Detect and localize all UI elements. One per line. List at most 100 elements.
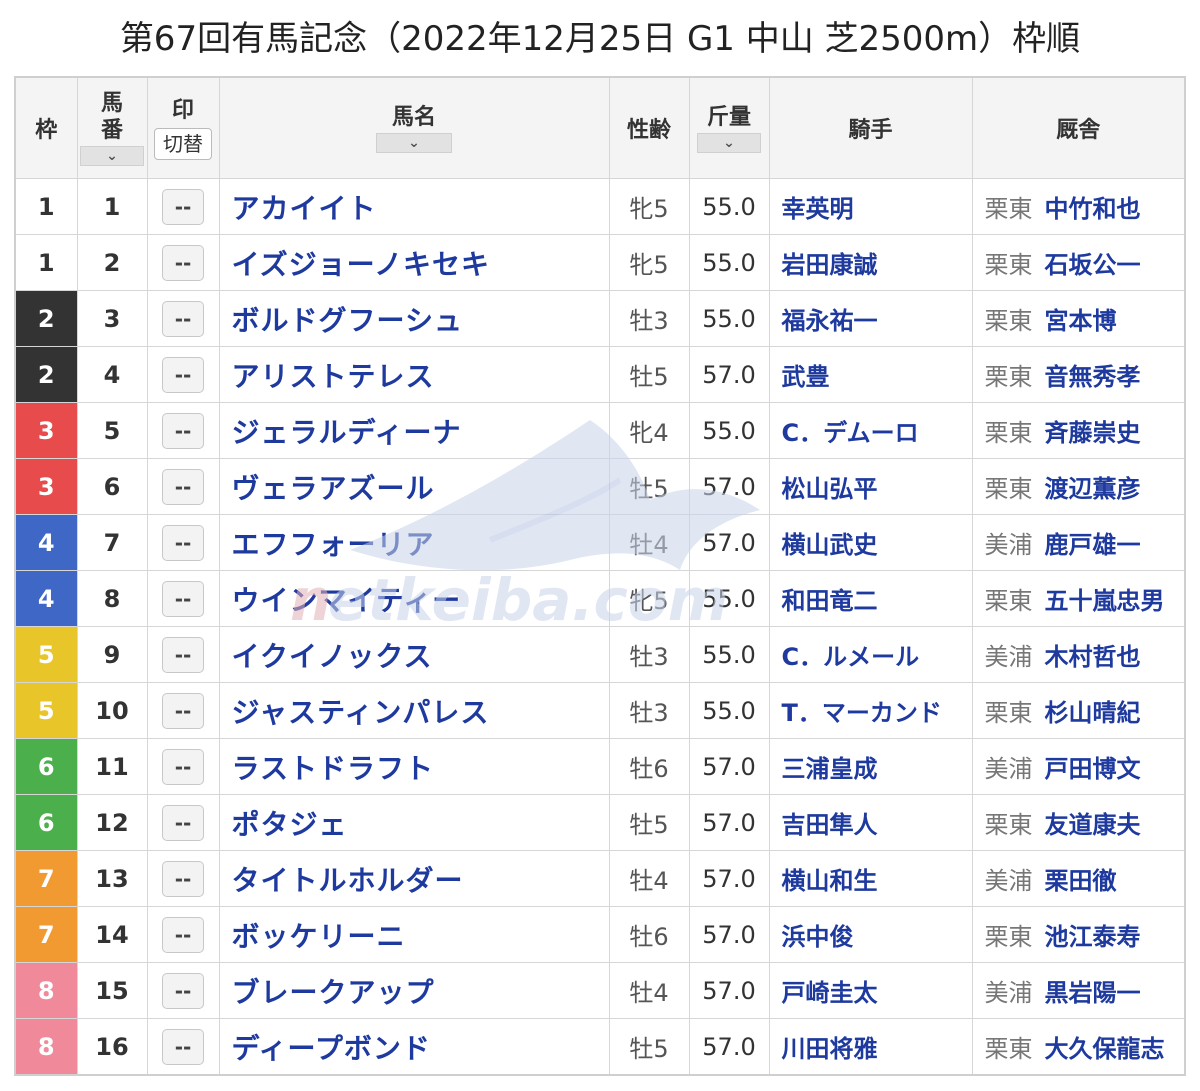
mark-select-button[interactable]: -- [162,580,204,617]
horse-name-link[interactable]: ボッケリーニ [218,906,610,963]
trainer-link[interactable]: 鹿戸雄一 [1045,531,1141,559]
jockey-link[interactable]: 浜中俊 [768,906,973,963]
mark-toggle-button[interactable]: 切替 [154,127,212,160]
mark-select-button[interactable]: -- [162,524,204,561]
mark-select-button[interactable]: -- [162,916,204,953]
jockey-link[interactable]: 和田竜二 [768,570,973,627]
umaban-cell: 2 [76,234,148,291]
stable-region: 栗東 [984,923,1033,951]
trainer-link[interactable]: 栗田徹 [1045,867,1117,895]
jockey-link[interactable]: 川田将雅 [768,1018,973,1076]
stable-region: 栗東 [984,251,1033,279]
table-row: 4 8 -- ウインマイティー 牝5 55.0 和田竜二 栗東 五十嵐忠男 [14,570,1186,627]
horse-name-link[interactable]: ポタジェ [218,794,610,851]
mark-select-button[interactable]: -- [162,748,204,785]
mark-select-button[interactable]: -- [162,636,204,673]
waku-cell: 8 [14,962,78,1019]
trainer-link[interactable]: 戸田博文 [1045,755,1141,783]
trainer-link[interactable]: 木村哲也 [1045,643,1141,671]
jockey-link[interactable]: 幸英明 [768,178,973,235]
jockey-link[interactable]: C．ルメール [768,626,973,683]
weight-cell: 57.0 [688,850,770,907]
horse-name-link[interactable]: ラストドラフト [218,738,610,795]
stable-cell: 栗東 斉藤崇史 [971,402,1186,459]
mark-select-button[interactable]: -- [162,1028,204,1065]
trainer-link[interactable]: 石坂公一 [1045,251,1141,279]
horse-name-link[interactable]: ジェラルディーナ [218,402,610,459]
umaban-cell: 5 [76,402,148,459]
horse-name-link[interactable]: イクイノックス [218,626,610,683]
sort-umaban-button[interactable]: ⌄ [80,146,144,166]
trainer-link[interactable]: 中竹和也 [1045,195,1141,223]
jockey-link[interactable]: T．マーカンド [768,682,973,739]
stable-region: 栗東 [984,363,1033,391]
header-mark: 印 切替 [146,76,220,179]
jockey-link[interactable]: 戸崎圭太 [768,962,973,1019]
jockey-link[interactable]: 岩田康誠 [768,234,973,291]
jockey-link[interactable]: 三浦皇成 [768,738,973,795]
sort-weight-button[interactable]: ⌄ [697,132,761,153]
horse-name-link[interactable]: ボルドグフーシュ [218,290,610,347]
mark-select-button[interactable]: -- [162,692,204,729]
umaban-cell: 7 [76,514,148,571]
mark-select-button[interactable]: -- [162,860,204,897]
header-mark-label: 印 [171,97,194,123]
header-horse: 馬名 ⌄ [218,76,610,179]
trainer-link[interactable]: 大久保龍志 [1045,1035,1165,1063]
trainer-link[interactable]: 杉山晴紀 [1045,699,1141,727]
trainer-link[interactable]: 五十嵐忠男 [1045,587,1165,615]
horse-name-link[interactable]: ヴェラアズール [218,458,610,515]
mark-cell: -- [146,962,220,1019]
table-row: 6 11 -- ラストドラフト 牡6 57.0 三浦皇成 美浦 戸田博文 [14,738,1186,795]
trainer-link[interactable]: 黒岩陽一 [1045,979,1141,1007]
sex-age-cell: 牡4 [608,514,690,571]
waku-cell: 1 [14,234,78,291]
sort-horse-button[interactable]: ⌄ [376,132,452,153]
stable-region: 美浦 [984,867,1033,895]
horse-name-link[interactable]: タイトルホルダー [218,850,610,907]
mark-select-button[interactable]: -- [162,356,204,393]
mark-select-button[interactable]: -- [162,804,204,841]
horse-name-link[interactable]: ディープボンド [218,1018,610,1076]
table-row: 3 6 -- ヴェラアズール 牡5 57.0 松山弘平 栗東 渡辺薫彦 [14,458,1186,515]
horse-name-link[interactable]: エフフォーリア [218,514,610,571]
header-sex-age-label: 性齢 [626,118,671,143]
sex-age-cell: 牡5 [608,794,690,851]
sex-age-cell: 牡3 [608,682,690,739]
mark-select-button[interactable]: -- [162,468,204,505]
table-row: 7 13 -- タイトルホルダー 牡4 57.0 横山和生 美浦 栗田徹 [14,850,1186,907]
waku-cell: 4 [14,514,78,571]
horse-name-link[interactable]: イズジョーノキセキ [218,234,610,291]
trainer-link[interactable]: 宮本博 [1045,307,1117,335]
table-row: 8 16 -- ディープボンド 牡5 57.0 川田将雅 栗東 大久保龍志 [14,1018,1186,1076]
stable-region: 栗東 [984,195,1033,223]
table-row: 5 9 -- イクイノックス 牡3 55.0 C．ルメール 美浦 木村哲也 [14,626,1186,683]
mark-select-button[interactable]: -- [162,300,204,337]
jockey-link[interactable]: 横山武史 [768,514,973,571]
horse-name-link[interactable]: ブレークアップ [218,962,610,1019]
horse-name-link[interactable]: ウインマイティー [218,570,610,627]
weight-cell: 57.0 [688,1018,770,1076]
trainer-link[interactable]: 音無秀孝 [1045,363,1141,391]
horse-name-link[interactable]: ジャスティンパレス [218,682,610,739]
mark-select-button[interactable]: -- [162,972,204,1009]
mark-select-button[interactable]: -- [162,412,204,449]
trainer-link[interactable]: 池江泰寿 [1045,923,1141,951]
mark-select-button[interactable]: -- [162,188,204,225]
mark-cell: -- [146,906,220,963]
mark-select-button[interactable]: -- [162,244,204,281]
weight-cell: 57.0 [688,906,770,963]
jockey-link[interactable]: 福永祐一 [768,290,973,347]
trainer-link[interactable]: 斉藤崇史 [1045,419,1141,447]
jockey-link[interactable]: 吉田隼人 [768,794,973,851]
sex-age-cell: 牡4 [608,962,690,1019]
jockey-link[interactable]: 武豊 [768,346,973,403]
horse-name-link[interactable]: アカイイト [218,178,610,235]
jockey-link[interactable]: 横山和生 [768,850,973,907]
trainer-link[interactable]: 友道康夫 [1045,811,1141,839]
stable-region: 栗東 [984,587,1033,615]
trainer-link[interactable]: 渡辺薫彦 [1045,475,1141,503]
jockey-link[interactable]: 松山弘平 [768,458,973,515]
horse-name-link[interactable]: アリストテレス [218,346,610,403]
jockey-link[interactable]: C．デムーロ [768,402,973,459]
